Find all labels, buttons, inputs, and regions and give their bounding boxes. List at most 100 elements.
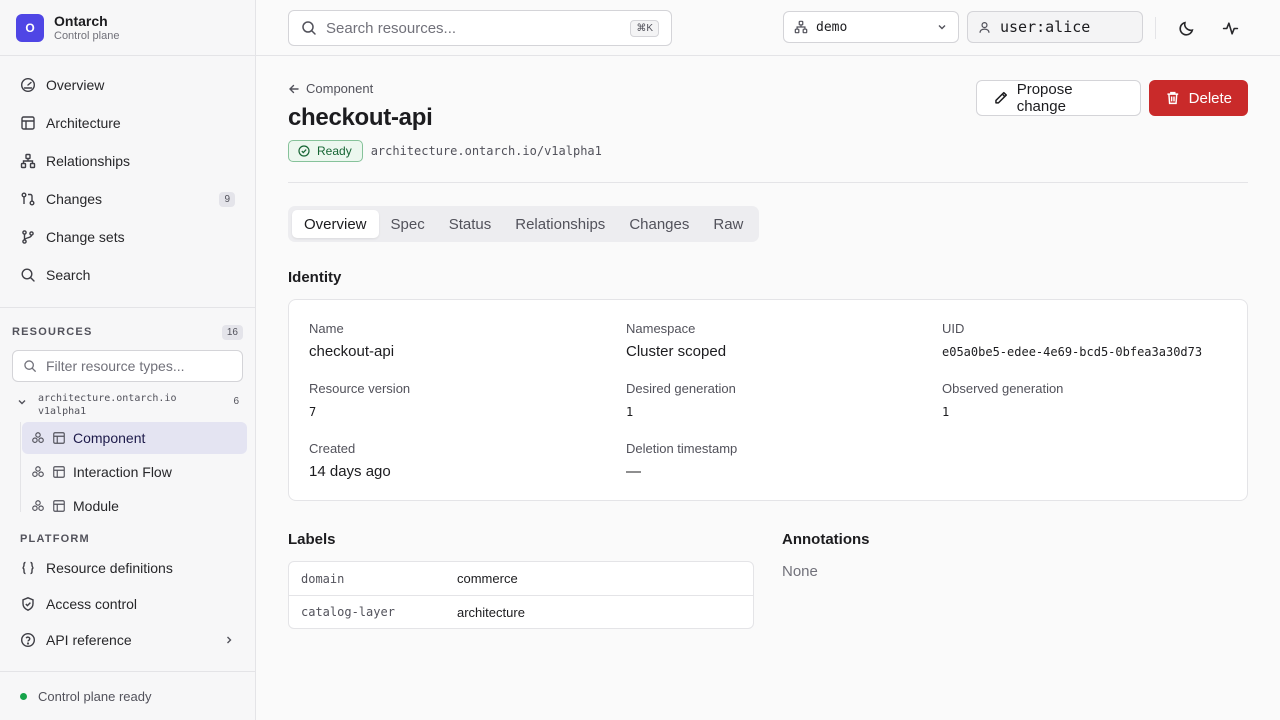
field-value: 1 bbox=[626, 405, 634, 419]
resource-type-interaction-flow[interactable]: Interaction Flow bbox=[22, 456, 247, 488]
field-created: Created 14 days ago bbox=[309, 441, 391, 481]
nav-item-api-reference[interactable]: API reference bbox=[10, 622, 245, 658]
nav-item-changes[interactable]: Changes 9 bbox=[10, 180, 245, 218]
search-resources-input[interactable]: Search resources... ⌘K bbox=[288, 10, 672, 46]
field-namespace: Namespace Cluster scoped bbox=[626, 321, 726, 361]
identity-card: Name checkout-api Namespace Cluster scop… bbox=[288, 299, 1248, 501]
search-icon bbox=[302, 21, 316, 35]
nav-item-change-sets[interactable]: Change sets bbox=[10, 218, 245, 256]
field-value: Cluster scoped bbox=[626, 343, 727, 360]
identity-heading: Identity bbox=[288, 269, 342, 286]
label-value: architecture bbox=[457, 604, 525, 620]
resources-count-badge: 16 bbox=[221, 324, 243, 340]
field-label: Namespace bbox=[626, 321, 696, 336]
table-icon bbox=[53, 466, 65, 478]
chevron-down-icon bbox=[18, 400, 26, 405]
field-label: Deletion timestamp bbox=[626, 441, 738, 456]
resource-meta: Ready architecture.ontarch.io/v1alpha1 bbox=[288, 140, 602, 162]
propose-change-button[interactable]: Propose change bbox=[976, 80, 1141, 116]
brand[interactable]: O Ontarch Control plane bbox=[0, 0, 255, 56]
back-link[interactable]: Component bbox=[288, 81, 373, 96]
activity-button[interactable] bbox=[1216, 14, 1244, 42]
tab-changes[interactable]: Changes bbox=[617, 210, 701, 238]
header-divider bbox=[288, 182, 1248, 183]
label-key: catalog-layer bbox=[301, 605, 395, 619]
field-label: Desired generation bbox=[626, 381, 736, 396]
field-observed-generation: Observed generation 1 bbox=[942, 381, 1063, 421]
search-icon bbox=[24, 360, 36, 372]
delete-button[interactable]: Delete bbox=[1149, 80, 1248, 116]
detail-tabs: Overview Spec Status Relationships Chang… bbox=[288, 206, 760, 242]
field-label: UID bbox=[942, 321, 965, 336]
table-row: domain commerce bbox=[289, 562, 753, 595]
shield-check-icon bbox=[22, 597, 34, 611]
network-icon bbox=[794, 20, 808, 34]
nav-item-search[interactable]: Search bbox=[10, 256, 245, 294]
labels-heading: Labels bbox=[288, 531, 336, 548]
label-value: commerce bbox=[457, 571, 518, 586]
nav-label-api-reference: API reference bbox=[46, 632, 132, 648]
changes-count-badge: 9 bbox=[219, 191, 235, 207]
tab-status[interactable]: Status bbox=[437, 210, 504, 238]
labels-table: domain commerce catalog-layer architectu… bbox=[288, 561, 754, 629]
field-desired-generation: Desired generation 1 bbox=[626, 381, 736, 421]
chevron-down-icon bbox=[938, 25, 946, 30]
field-label: Name bbox=[309, 321, 344, 336]
trash-icon bbox=[1167, 91, 1179, 105]
status-footer: Control plane ready bbox=[0, 671, 255, 720]
annotations-empty: None bbox=[782, 563, 818, 580]
tab-overview[interactable]: Overview bbox=[292, 210, 379, 238]
user-icon bbox=[979, 21, 990, 33]
activity-icon bbox=[1222, 21, 1238, 35]
nav-label-architecture: Architecture bbox=[46, 115, 121, 131]
nav-item-resource-definitions[interactable]: Resource definitions bbox=[10, 550, 245, 586]
field-label: Observed generation bbox=[942, 381, 1064, 396]
field-value: checkout-api bbox=[309, 343, 395, 360]
filter-resource-types-input[interactable]: Filter resource types... bbox=[12, 350, 243, 382]
status-badge: Ready bbox=[288, 140, 363, 162]
nav-label-resource-definitions: Resource definitions bbox=[46, 560, 173, 576]
nav-item-access-control[interactable]: Access control bbox=[10, 586, 245, 622]
field-value: — bbox=[626, 463, 641, 480]
nav-label-search: Search bbox=[46, 267, 91, 283]
search-icon bbox=[21, 268, 35, 282]
nav-label-overview: Overview bbox=[46, 77, 105, 93]
brand-name: Ontarch bbox=[54, 12, 108, 29]
nav-item-relationships[interactable]: Relationships bbox=[10, 142, 245, 180]
table-icon bbox=[53, 432, 65, 444]
propose-change-label: Propose change bbox=[1016, 81, 1073, 115]
theme-toggle-button[interactable] bbox=[1172, 14, 1200, 42]
annotations-heading: Annotations bbox=[782, 531, 870, 548]
git-compare-icon bbox=[21, 192, 35, 206]
field-value: 1 bbox=[942, 405, 950, 419]
tab-relationships[interactable]: Relationships bbox=[503, 210, 617, 238]
nav-label-change-sets: Change sets bbox=[46, 229, 125, 245]
help-circle-icon bbox=[20, 632, 36, 648]
field-value: 14 days ago bbox=[309, 463, 391, 480]
nav-item-overview[interactable]: Overview bbox=[10, 66, 245, 104]
tab-spec[interactable]: Spec bbox=[379, 210, 437, 238]
main-nav: Overview Architecture Relationships Chan… bbox=[0, 56, 255, 294]
field-label: Resource version bbox=[309, 381, 411, 396]
user-value: user:alice bbox=[1000, 18, 1091, 36]
layout-icon bbox=[21, 116, 35, 130]
moon-icon bbox=[1178, 21, 1193, 36]
search-shortcut: ⌘K bbox=[630, 19, 659, 37]
resource-type-module[interactable]: Module bbox=[22, 490, 247, 512]
tab-raw[interactable]: Raw bbox=[701, 210, 755, 238]
resource-type-component[interactable]: Component bbox=[22, 422, 247, 454]
resource-group-toggle[interactable]: architecture.ontarch.io v1alpha1 6 bbox=[0, 382, 255, 422]
field-value: 7 bbox=[309, 405, 317, 419]
control-plane-status: Control plane ready bbox=[38, 688, 152, 704]
platform-heading: PLATFORM bbox=[20, 533, 90, 545]
git-branch-icon bbox=[22, 230, 34, 244]
nav-item-architecture[interactable]: Architecture bbox=[10, 104, 245, 142]
user-identity-field[interactable]: user:alice bbox=[967, 11, 1143, 43]
nav-label-access-control: Access control bbox=[46, 596, 138, 612]
braces-icon bbox=[22, 561, 34, 575]
resource-type-label: Module bbox=[73, 498, 119, 512]
resource-group-count: 6 bbox=[233, 396, 239, 407]
namespace-select[interactable]: demo bbox=[783, 11, 959, 43]
gauge-icon bbox=[20, 77, 36, 93]
field-resource-version: Resource version 7 bbox=[309, 381, 410, 421]
